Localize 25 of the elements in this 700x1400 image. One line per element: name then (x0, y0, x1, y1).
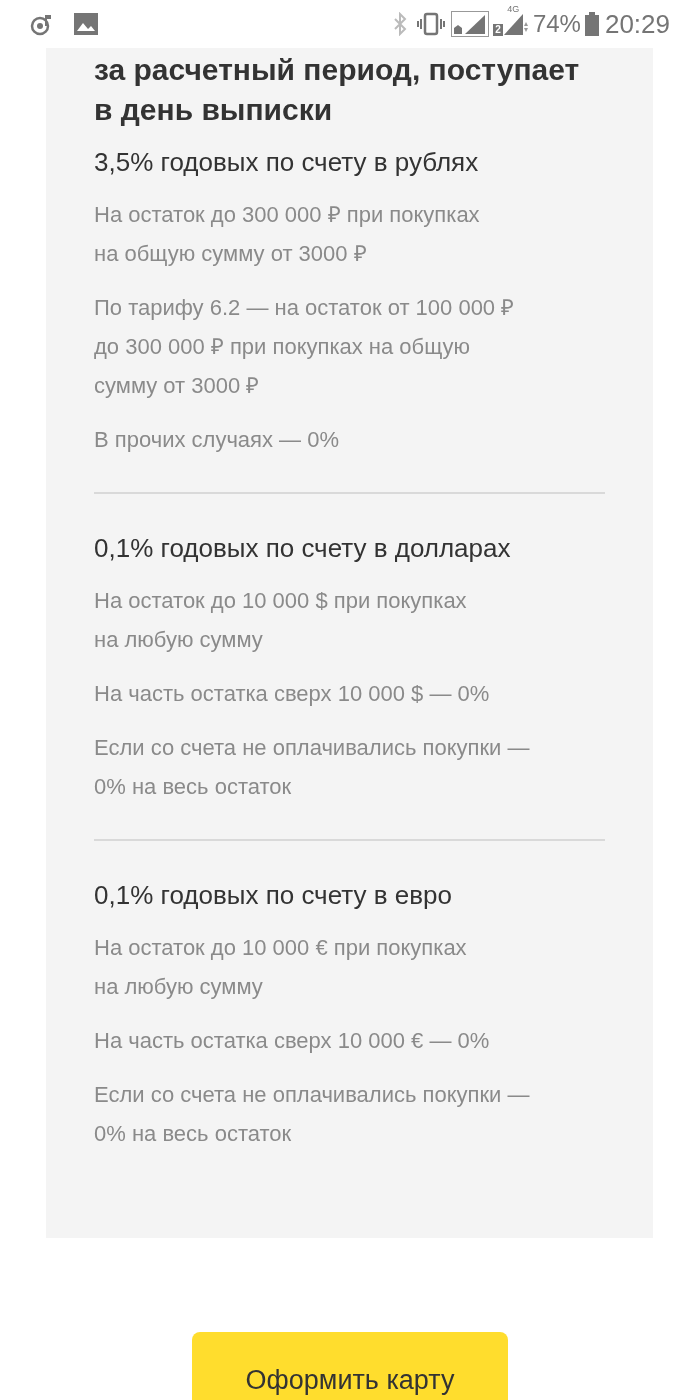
image-icon (74, 13, 98, 35)
description-text: На остаток до 10 000 $ при покупках на любую сумму (94, 587, 468, 654)
clock-time: 20:29 (604, 7, 670, 41)
battery-icon (584, 12, 599, 36)
description-text: Если со счета не оплачивались покупки — 0% на весь остаток (94, 734, 531, 801)
heading: за расчетный период, поступает в день выписки (94, 52, 581, 128)
battery-level: 74% (532, 9, 581, 39)
apply-card-button[interactable]: Оформить карту (192, 1332, 508, 1400)
section-title: 0,1% годовых по счету в евро (94, 879, 453, 912)
description-text: Если со счета не оплачивались покупки — 0% на весь остаток (94, 1081, 531, 1148)
signal-icon (502, 12, 529, 36)
description-text: На часть остатка сверх 10 000 $ — 0% (94, 680, 491, 708)
music-icon (30, 12, 54, 36)
section-title: 3,5% годовых по счету в рублях (94, 146, 480, 179)
vibrate-icon (417, 12, 446, 36)
description-text: В прочих случаях — 0% (94, 426, 341, 454)
description-text: На остаток до 300 000 ₽ при покупках на общую сумму от 3000 ₽ (94, 201, 481, 268)
section-title: 0,1% годовых по счету в долларах (94, 532, 512, 565)
description-text: По тарифу 6.2 — на остаток от 100 000 ₽ до 300 000 ₽ при покупках на общую сумму от 3000 ₽ (94, 294, 516, 400)
description-text: На часть остатка сверх 10 000 € — 0% (94, 1027, 491, 1055)
description-text: На остаток до 10 000 € при покупках на любую сумму (94, 934, 468, 1001)
network-type: 4G (507, 4, 520, 14)
signal-icon (451, 11, 490, 37)
sim-number: 2 (493, 24, 503, 36)
bluetooth-icon (393, 12, 408, 36)
